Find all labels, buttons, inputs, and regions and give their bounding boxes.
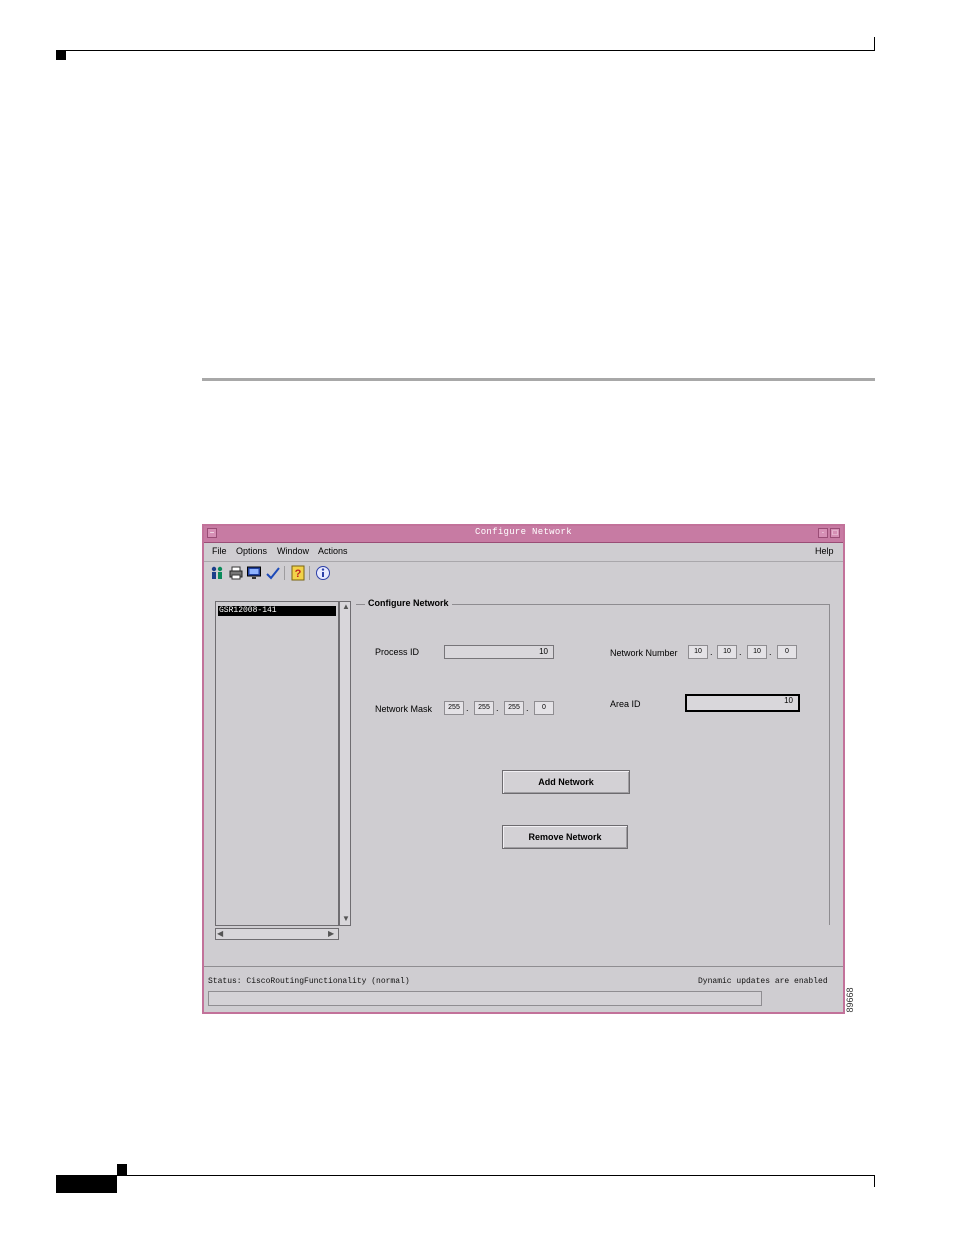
section-rule	[202, 378, 875, 381]
people-icon[interactable]	[209, 565, 225, 581]
tree-item-device[interactable]: GSR12008-141	[218, 606, 336, 616]
printer-icon[interactable]	[228, 565, 244, 581]
network-mask-octet-3[interactable]: 255	[504, 701, 524, 715]
dynamic-updates-text: Dynamic updates are enabled	[698, 977, 828, 986]
header-tick	[874, 37, 875, 51]
header-marker	[56, 51, 66, 60]
octet-separator: .	[496, 703, 499, 713]
menu-bar: File Options Window Actions Help	[204, 543, 843, 562]
help-question-icon[interactable]: ?	[290, 565, 306, 581]
window-titlebar[interactable]: − Configure Network · □	[204, 526, 843, 543]
network-mask-label: Network Mask	[375, 704, 433, 714]
status-divider	[204, 966, 843, 967]
status-text: Status: CiscoRoutingFunctionality (norma…	[208, 977, 410, 986]
toolbar-separator	[309, 566, 310, 580]
network-mask-octet-4[interactable]: 0	[534, 701, 554, 715]
toolbar-separator	[284, 566, 285, 580]
octet-separator: .	[739, 647, 742, 657]
scroll-left-arrow-icon[interactable]: ◀	[217, 930, 223, 938]
remove-network-button[interactable]: Remove Network	[502, 825, 628, 849]
status-message-field	[208, 991, 762, 1006]
checkmark-icon[interactable]	[265, 565, 281, 581]
configure-network-window: − Configure Network · □ File Options Win…	[202, 524, 845, 1014]
menu-options[interactable]: Options	[236, 546, 267, 556]
scroll-up-arrow-icon[interactable]: ▲	[342, 603, 350, 611]
area-id-label: Area ID	[610, 699, 641, 709]
footer-block	[56, 1176, 117, 1193]
toolbar: ?	[204, 562, 843, 584]
device-tree[interactable]: GSR12008-141	[215, 601, 339, 926]
footer-tick	[874, 1175, 875, 1187]
network-number-octet-3[interactable]: 10	[747, 645, 767, 659]
horizontal-scrollbar[interactable]: ◀ ▶	[215, 928, 339, 940]
footer-marker	[117, 1164, 127, 1175]
network-number-octet-1[interactable]: 10	[688, 645, 708, 659]
footer-rule	[56, 1175, 875, 1176]
octet-separator: .	[769, 647, 772, 657]
group-title: Configure Network	[365, 598, 452, 608]
area-id-input[interactable]: 10	[685, 694, 800, 712]
info-icon[interactable]	[315, 565, 331, 581]
octet-separator: .	[710, 647, 713, 657]
add-network-button[interactable]: Add Network	[502, 770, 630, 794]
maximize-icon[interactable]: □	[830, 528, 840, 538]
process-id-label: Process ID	[375, 647, 420, 657]
network-number-octet-4[interactable]: 0	[777, 645, 797, 659]
network-mask-octet-1[interactable]: 255	[444, 701, 464, 715]
minimize-icon[interactable]: ·	[818, 528, 828, 538]
menu-window[interactable]: Window	[277, 546, 309, 556]
menu-file[interactable]: File	[212, 546, 227, 556]
network-number-octet-2[interactable]: 10	[717, 645, 737, 659]
vertical-scrollbar[interactable]: ▲ ▼	[339, 601, 351, 926]
network-mask-octet-2[interactable]: 255	[474, 701, 494, 715]
scroll-down-arrow-icon[interactable]: ▼	[342, 915, 350, 923]
svg-text:?: ?	[295, 568, 302, 580]
octet-separator: .	[526, 703, 529, 713]
menu-help[interactable]: Help	[815, 546, 834, 556]
window-title: Configure Network	[475, 527, 572, 537]
network-number-label: Network Number	[610, 648, 678, 658]
scroll-right-arrow-icon[interactable]: ▶	[328, 930, 334, 938]
monitor-icon[interactable]	[246, 565, 262, 581]
menu-actions[interactable]: Actions	[318, 546, 348, 556]
octet-separator: .	[466, 703, 469, 713]
header-rule	[56, 50, 875, 51]
process-id-input[interactable]: 10	[444, 645, 554, 659]
